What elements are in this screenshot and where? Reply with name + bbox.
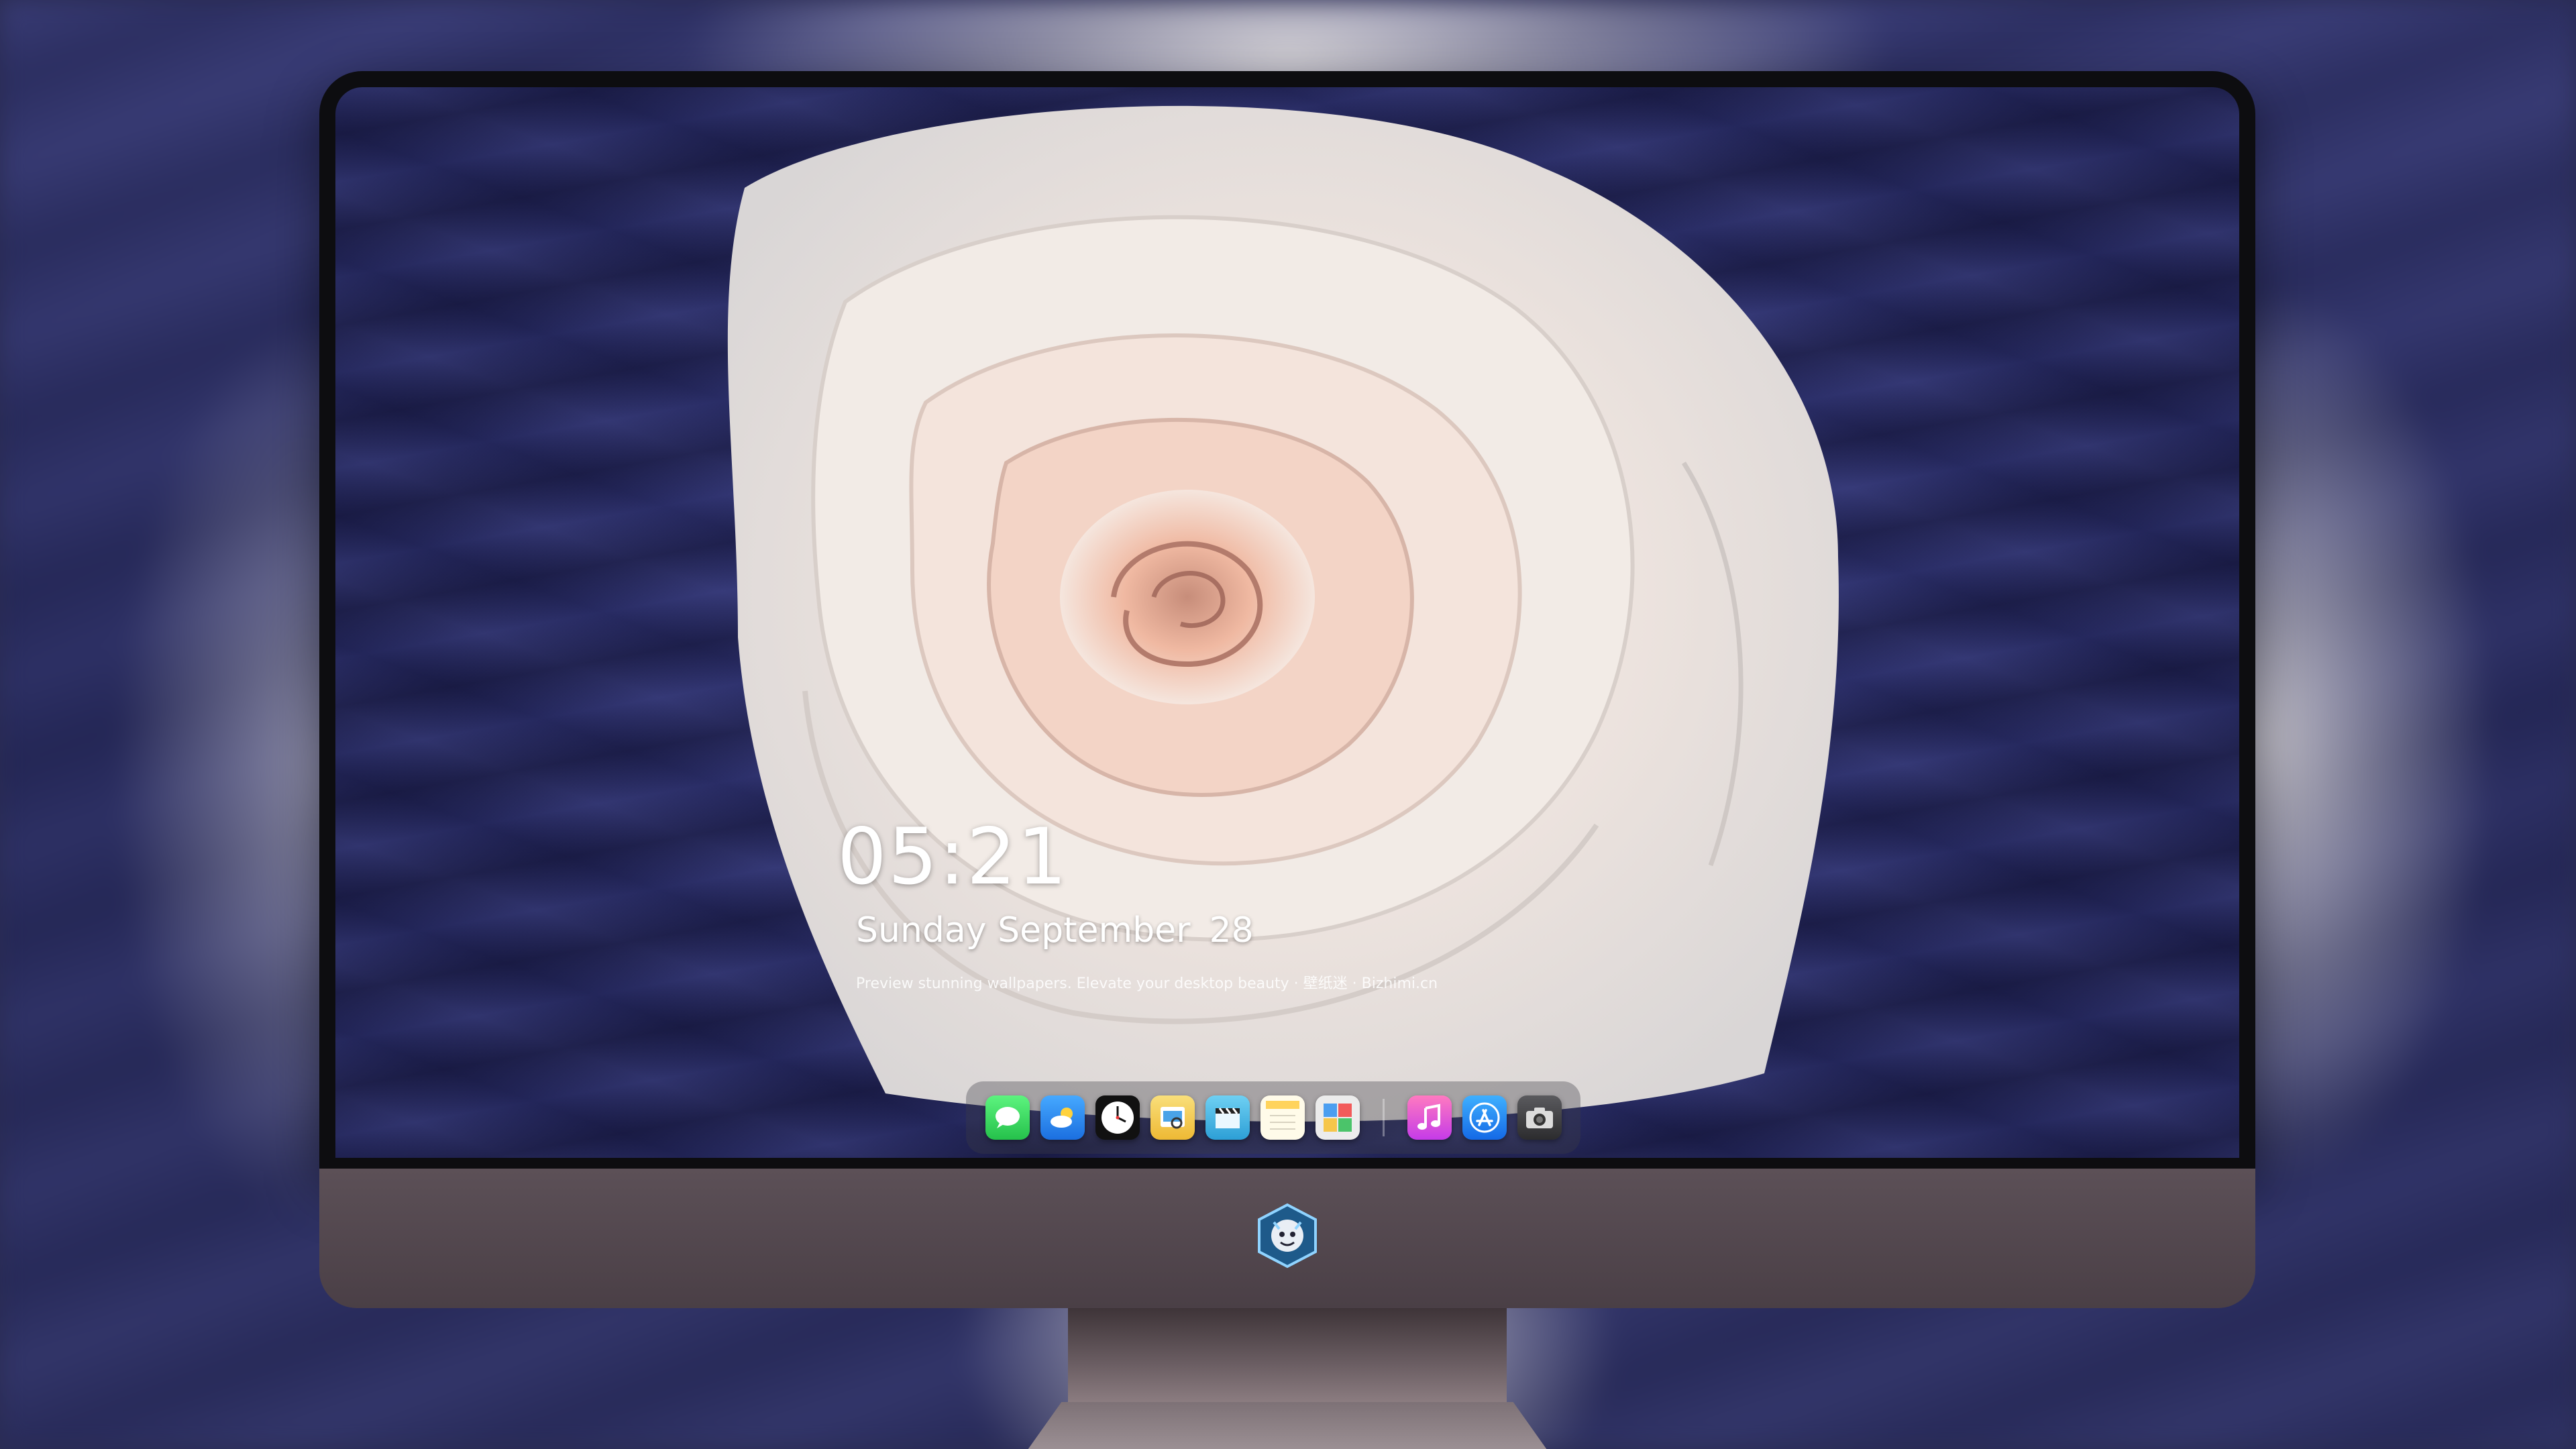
clock-date-label: Sunday September bbox=[856, 910, 1191, 951]
wallpaper-tagline: Preview stunning wallpapers. Elevate you… bbox=[856, 975, 1438, 992]
brand-logo-icon bbox=[1258, 1203, 1317, 1269]
messages-icon[interactable] bbox=[985, 1095, 1030, 1140]
clock-time: 05:21 bbox=[837, 812, 1069, 902]
monitor-stand-neck bbox=[1068, 1308, 1507, 1402]
photo-booth-icon[interactable] bbox=[1315, 1095, 1360, 1140]
rose-wallpaper bbox=[727, 105, 1839, 1122]
monitor-bezel: 05:21 Sunday September 28 Preview stunnin… bbox=[319, 71, 2255, 1169]
dock bbox=[966, 1081, 1580, 1154]
notes-icon[interactable] bbox=[1260, 1095, 1305, 1140]
stage: 05:21 Sunday September 28 Preview stunnin… bbox=[0, 0, 2576, 1449]
weather-icon[interactable] bbox=[1040, 1095, 1085, 1140]
clock-icon[interactable] bbox=[1095, 1095, 1140, 1140]
monitor-stand-base bbox=[990, 1402, 1585, 1449]
desktop-screen: 05:21 Sunday September 28 Preview stunnin… bbox=[335, 87, 2239, 1158]
dock-separator bbox=[1382, 1099, 1385, 1136]
camera-icon[interactable] bbox=[1517, 1095, 1562, 1140]
clapperboard-icon[interactable] bbox=[1205, 1095, 1250, 1140]
clock-day: 28 bbox=[1209, 910, 1254, 951]
app-store-icon[interactable] bbox=[1462, 1095, 1507, 1140]
clock-date: Sunday September 28 bbox=[856, 910, 1254, 951]
music-icon[interactable] bbox=[1407, 1095, 1452, 1140]
preview-icon[interactable] bbox=[1150, 1095, 1195, 1140]
